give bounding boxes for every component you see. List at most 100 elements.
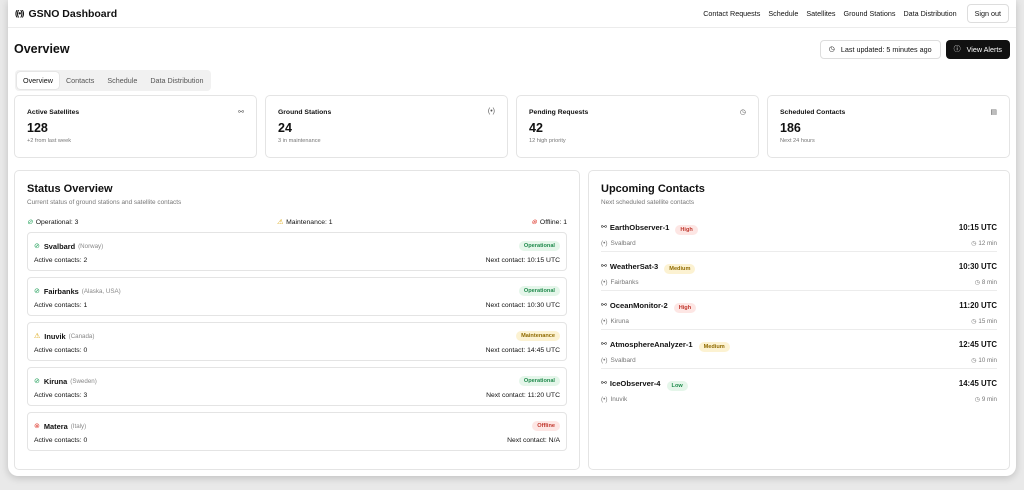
contact-item[interactable]: ⚯ AtmosphereAnalyzer-1 Medium 12:45 UTC (•… bbox=[601, 330, 997, 369]
contact-item[interactable]: ⚯ OceanMonitor-2 High 11:20 UTC (•) Kiruna … bbox=[601, 291, 997, 330]
next-contact: Next contact: 10:30 UTC bbox=[485, 302, 560, 309]
brand[interactable]: ((•)) GSNO Dashboard bbox=[15, 8, 117, 20]
station-card-fairbanks[interactable]: ⊘ Fairbanks (Alaska, USA) Operational Ac… bbox=[27, 277, 567, 316]
contact-time: 12:45 UTC bbox=[958, 339, 997, 349]
x-circle-icon: ⊗ bbox=[34, 423, 40, 430]
clock-icon: ◷ bbox=[974, 396, 982, 403]
satellite-icon: ⚯ bbox=[601, 380, 607, 387]
tab-contacts[interactable]: Contacts bbox=[60, 72, 100, 89]
satellite-icon: ⚯ bbox=[601, 302, 607, 309]
contact-countdown: 9 min bbox=[981, 396, 997, 403]
view-alerts-label: View Alerts bbox=[966, 44, 1002, 54]
status-counts: ⊘ Operational: 3 ⚠ Maintenance: 1 ⊗ Offline… bbox=[27, 218, 567, 227]
status-overview-panel: Status Overview Current status of ground… bbox=[14, 170, 580, 470]
warning-icon: ⚠ bbox=[277, 219, 284, 226]
contact-station: Svalbard bbox=[610, 240, 636, 247]
top-navbar: ((•)) GSNO Dashboard Contact Requests Sc… bbox=[8, 0, 1016, 28]
check-circle-icon: ⊘ bbox=[34, 288, 40, 295]
contact-station: Kiruna bbox=[610, 318, 629, 325]
antenna-icon: ((•)) bbox=[15, 9, 25, 18]
operational-count-label: Operational: 3 bbox=[35, 218, 79, 226]
last-updated-label: Last updated: 5 minutes ago bbox=[840, 44, 932, 54]
stat-value: 186 bbox=[780, 121, 801, 135]
contact-time: 10:15 UTC bbox=[958, 222, 997, 232]
status-badge: Operational bbox=[518, 241, 560, 251]
maintenance-count: ⚠ Maintenance: 1 bbox=[277, 218, 333, 227]
station-card-svalbard[interactable]: ⊘ Svalbard (Norway) Operational Active c… bbox=[27, 232, 567, 271]
stat-title: Active Satellites bbox=[27, 109, 80, 116]
station-card-inuvik[interactable]: ⚠ Inuvik (Canada) Maintenance Active con… bbox=[27, 322, 567, 361]
satellite-name: AtmosphereAnalyzer-1 bbox=[609, 339, 693, 349]
station-card-matera[interactable]: ⊗ Matera (Italy) Offline Active contacts… bbox=[27, 412, 567, 451]
tab-data-distribution[interactable]: Data Distribution bbox=[144, 72, 209, 89]
app-title: GSNO Dashboard bbox=[28, 7, 118, 20]
page-title: Overview bbox=[14, 42, 70, 56]
warning-icon: ⚠ bbox=[34, 333, 41, 340]
stats-row: Active Satellites 128 +2 from last week … bbox=[8, 91, 1016, 158]
satellite-name: IceObserver-4 bbox=[609, 378, 661, 388]
contact-item[interactable]: ⚯ EarthObserver-1 High 10:15 UTC (•) Svalba… bbox=[601, 213, 997, 252]
status-badge: Maintenance bbox=[516, 331, 560, 341]
upcoming-contacts-panel: Upcoming Contacts Next scheduled satelli… bbox=[588, 170, 1010, 470]
station-name: Inuvik bbox=[44, 331, 66, 341]
contact-countdown: 10 min bbox=[978, 357, 997, 364]
stat-title: Scheduled Contacts bbox=[780, 109, 846, 116]
clock-icon: ◷ bbox=[974, 279, 982, 286]
contact-countdown: 8 min bbox=[981, 279, 997, 286]
status-badge: Operational bbox=[518, 286, 560, 296]
contact-item[interactable]: ⚯ IceObserver-4 Low 14:45 UTC (•) Inuvik ◷ … bbox=[601, 369, 997, 408]
contact-station: Fairbanks bbox=[610, 279, 639, 286]
main-nav: Contact Requests Schedule Satellites Gro… bbox=[703, 4, 1009, 23]
view-alerts-button[interactable]: ⓘ View Alerts bbox=[945, 39, 1010, 59]
tab-schedule[interactable]: Schedule bbox=[101, 72, 143, 89]
station-location: (Canada) bbox=[68, 332, 95, 340]
next-contact: Next contact: N/A bbox=[507, 437, 560, 444]
priority-badge: Medium bbox=[698, 342, 730, 352]
offline-count-label: Offline: 1 bbox=[539, 218, 567, 226]
satellite-icon: ⚯ bbox=[601, 341, 607, 348]
status-overview-subtitle: Current status of ground stations and sa… bbox=[27, 199, 182, 206]
antenna-icon: (•) bbox=[601, 357, 608, 364]
station-name: Fairbanks bbox=[43, 286, 79, 296]
nav-contact-requests[interactable]: Contact Requests bbox=[703, 9, 760, 18]
antenna-icon: (•) bbox=[601, 240, 608, 247]
nav-data-distribution[interactable]: Data Distribution bbox=[903, 9, 956, 18]
contact-station: Inuvik bbox=[610, 396, 628, 403]
priority-badge: High bbox=[675, 225, 698, 235]
nav-satellites[interactable]: Satellites bbox=[806, 9, 835, 18]
stat-title: Pending Requests bbox=[529, 109, 589, 116]
station-card-kiruna[interactable]: ⊘ Kiruna (Sweden) Operational Active con… bbox=[27, 367, 567, 406]
stat-sub: 12 high priority bbox=[529, 138, 566, 144]
maintenance-count-label: Maintenance: 1 bbox=[286, 218, 333, 226]
satellite-name: WeatherSat-3 bbox=[609, 261, 659, 271]
stat-card-scheduled-contacts: Scheduled Contacts 186 Next 24 hours ▤ bbox=[767, 95, 1010, 158]
priority-badge: Medium bbox=[664, 264, 696, 274]
stat-sub: +2 from last week bbox=[27, 138, 71, 144]
page-header: Overview ◷ Last updated: 5 minutes ago ⓘ… bbox=[8, 28, 1016, 70]
stat-value: 128 bbox=[27, 121, 48, 135]
antenna-icon: (•) bbox=[487, 108, 495, 115]
tab-overview[interactable]: Overview bbox=[17, 72, 59, 89]
priority-badge: Low bbox=[666, 381, 688, 391]
next-contact: Next contact: 11:20 UTC bbox=[486, 392, 560, 399]
calendar-icon: ▤ bbox=[990, 109, 997, 116]
contacts-list: ⚯ EarthObserver-1 High 10:15 UTC (•) Svalba… bbox=[601, 213, 997, 408]
last-updated-button[interactable]: ◷ Last updated: 5 minutes ago bbox=[819, 39, 941, 59]
antenna-icon: (•) bbox=[601, 396, 608, 403]
nav-ground-stations[interactable]: Ground Stations bbox=[844, 9, 896, 18]
check-circle-icon: ⊘ bbox=[34, 243, 40, 250]
active-contacts: Active contacts: 3 bbox=[34, 392, 88, 399]
sign-out-button[interactable]: Sign out bbox=[966, 4, 1009, 23]
tab-bar: Overview Contacts Schedule Data Distribu… bbox=[15, 70, 212, 91]
satellite-name: OceanMonitor-2 bbox=[609, 300, 668, 310]
contact-time: 11:20 UTC bbox=[959, 300, 997, 310]
station-name: Kiruna bbox=[43, 376, 68, 386]
nav-schedule[interactable]: Schedule bbox=[768, 9, 798, 18]
antenna-icon: (•) bbox=[601, 279, 608, 286]
contact-item[interactable]: ⚯ WeatherSat-3 Medium 10:30 UTC (•) Fairban… bbox=[601, 252, 997, 291]
status-badge: Operational bbox=[518, 376, 560, 386]
check-circle-icon: ⊘ bbox=[34, 378, 40, 385]
offline-count: ⊗ Offline: 1 bbox=[531, 218, 567, 227]
satellite-icon: ⚯ bbox=[601, 263, 607, 270]
station-location: (Norway) bbox=[78, 242, 104, 250]
